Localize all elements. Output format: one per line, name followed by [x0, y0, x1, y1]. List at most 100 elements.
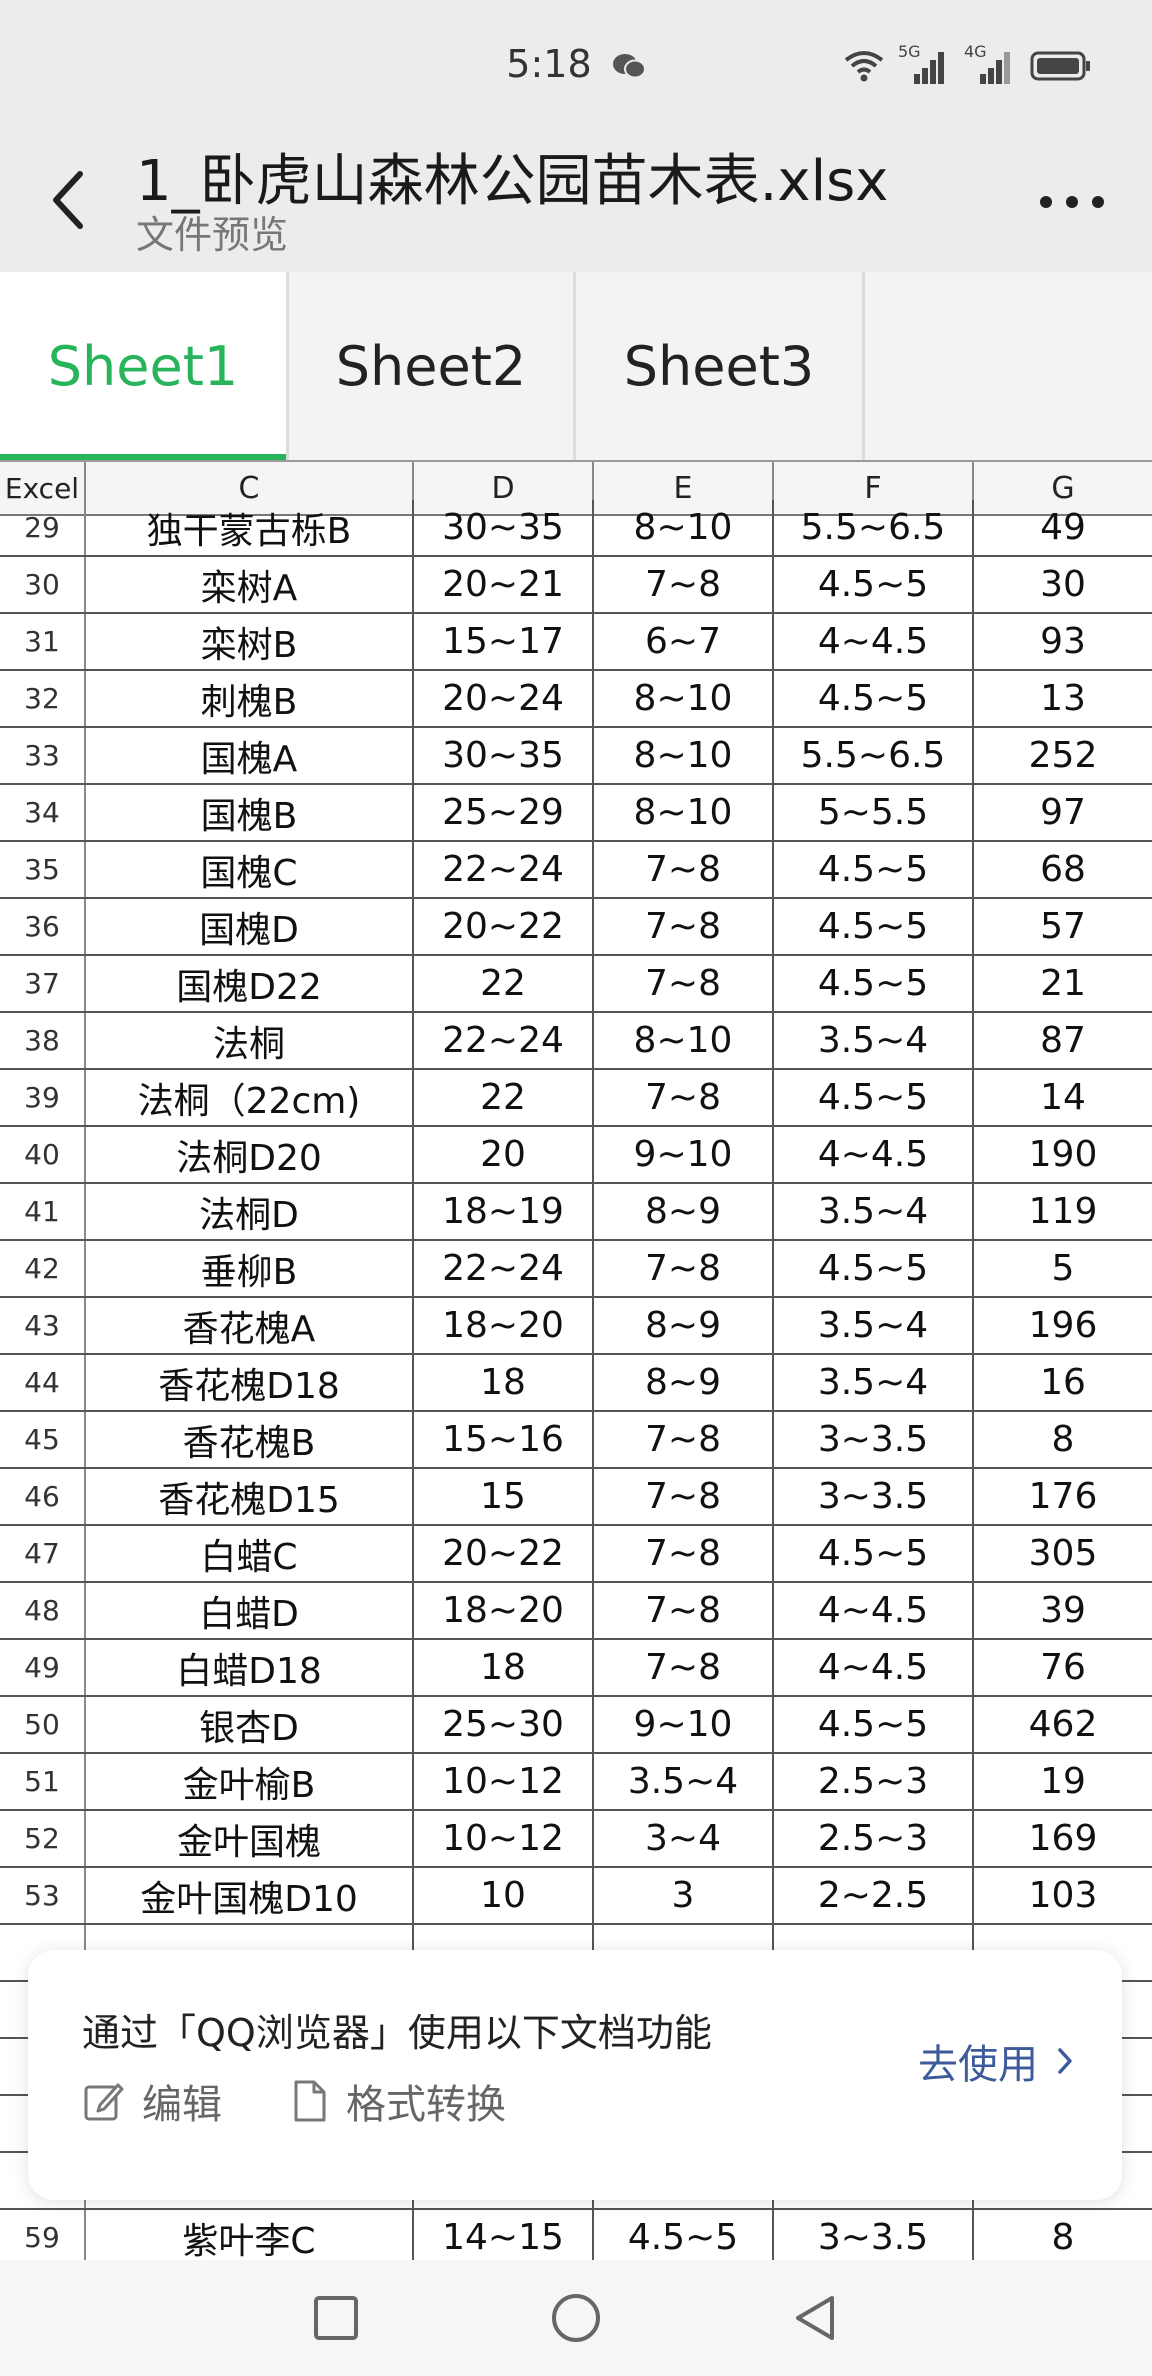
cell-e[interactable]: 3 [594, 1868, 774, 1923]
row-number[interactable]: 39 [0, 1070, 86, 1125]
cell-f[interactable]: 3.5~4 [774, 1355, 974, 1410]
row-number[interactable]: 48 [0, 1583, 86, 1638]
cell-f[interactable]: 5~5.5 [774, 785, 974, 840]
cell-c[interactable]: 香花槐D15 [86, 1469, 414, 1524]
cell-f[interactable]: 3.5~4 [774, 1013, 974, 1068]
cell-e[interactable]: 6~7 [594, 614, 774, 669]
table-row[interactable]: 53 金叶国槐D10 10 3 2~2.5 103 [0, 1868, 1152, 1925]
edit-button[interactable]: 编辑 [82, 2072, 222, 2130]
row-number[interactable]: 40 [0, 1127, 86, 1182]
cell-c[interactable]: 国槐C [86, 842, 414, 897]
table-row[interactable]: 42 垂柳B 22~24 7~8 4.5~5 5 [0, 1241, 1152, 1298]
cell-d[interactable]: 18 [414, 1640, 594, 1695]
cell-c[interactable]: 银杏D [86, 1697, 414, 1752]
back-nav-button[interactable] [788, 2290, 844, 2346]
cell-g[interactable]: 252 [974, 728, 1152, 783]
cell-g[interactable]: 21 [974, 956, 1152, 1011]
cell-c[interactable]: 香花槐A [86, 1298, 414, 1353]
cell-e[interactable]: 7~8 [594, 1412, 774, 1467]
cell-g[interactable]: 87 [974, 1013, 1152, 1068]
cell-f[interactable]: 5.5~6.5 [774, 728, 974, 783]
cell-e[interactable]: 8~10 [594, 1013, 774, 1068]
cell-d[interactable]: 18~19 [414, 1184, 594, 1239]
cell-d[interactable]: 22 [414, 956, 594, 1011]
cell-d[interactable]: 10 [414, 1868, 594, 1923]
cell-f[interactable]: 3.5~4 [774, 1184, 974, 1239]
table-row[interactable]: 31 栾树B 15~17 6~7 4~4.5 93 [0, 614, 1152, 671]
table-row[interactable]: 52 金叶国槐 10~12 3~4 2.5~3 169 [0, 1811, 1152, 1868]
cell-g[interactable]: 16 [974, 1355, 1152, 1410]
cell-e[interactable]: 7~8 [594, 1526, 774, 1581]
table-row[interactable]: 29 独干蒙古栎B 30~35 8~10 5.5~6.5 49 [0, 500, 1152, 557]
row-number[interactable]: 33 [0, 728, 86, 783]
table-row[interactable]: 44 香花槐D18 18 8~9 3.5~4 16 [0, 1355, 1152, 1412]
cell-g[interactable]: 176 [974, 1469, 1152, 1524]
row-number[interactable]: 47 [0, 1526, 86, 1581]
cell-e[interactable]: 9~10 [594, 1697, 774, 1752]
cell-e[interactable]: 8~9 [594, 1184, 774, 1239]
row-number[interactable]: 44 [0, 1355, 86, 1410]
cell-g[interactable]: 93 [974, 614, 1152, 669]
table-row[interactable]: 59 紫叶李C 14~15 4.5~5 3~3.5 8 [0, 2210, 1152, 2260]
cell-g[interactable]: 14 [974, 1070, 1152, 1125]
row-number[interactable]: 41 [0, 1184, 86, 1239]
cell-d[interactable]: 22~24 [414, 842, 594, 897]
cell-f[interactable]: 3.5~4 [774, 1298, 974, 1353]
cell-g[interactable]: 196 [974, 1298, 1152, 1353]
cell-c[interactable]: 法桐 [86, 1013, 414, 1068]
cell-g[interactable]: 57 [974, 899, 1152, 954]
cell-g[interactable]: 49 [974, 500, 1152, 555]
format-convert-button[interactable]: 格式转换 [290, 2072, 506, 2130]
cell-e[interactable]: 8~10 [594, 728, 774, 783]
table-row[interactable]: 37 国槐D22 22 7~8 4.5~5 21 [0, 956, 1152, 1013]
cell-c[interactable]: 香花槐D18 [86, 1355, 414, 1410]
cell-c[interactable]: 国槐D [86, 899, 414, 954]
row-number[interactable]: 42 [0, 1241, 86, 1296]
cell-e[interactable]: 7~8 [594, 1640, 774, 1695]
more-button[interactable] [1032, 172, 1112, 232]
table-row[interactable]: 40 法桐D20 20 9~10 4~4.5 190 [0, 1127, 1152, 1184]
cell-g[interactable]: 97 [974, 785, 1152, 840]
cell-e[interactable]: 8~10 [594, 500, 774, 555]
table-row[interactable]: 32 刺槐B 20~24 8~10 4.5~5 13 [0, 671, 1152, 728]
table-row[interactable]: 34 国槐B 25~29 8~10 5~5.5 97 [0, 785, 1152, 842]
table-row[interactable]: 36 国槐D 20~22 7~8 4.5~5 57 [0, 899, 1152, 956]
cell-d[interactable]: 22~24 [414, 1241, 594, 1296]
row-number[interactable]: 53 [0, 1868, 86, 1923]
cell-c[interactable]: 紫叶李C [86, 2210, 414, 2260]
cell-g[interactable]: 119 [974, 1184, 1152, 1239]
table-row[interactable]: 50 银杏D 25~30 9~10 4.5~5 462 [0, 1697, 1152, 1754]
cell-d[interactable]: 20~24 [414, 671, 594, 726]
row-number[interactable]: 51 [0, 1754, 86, 1809]
cell-g[interactable]: 103 [974, 1868, 1152, 1923]
cell-f[interactable]: 5.5~6.5 [774, 500, 974, 555]
cell-f[interactable]: 3~3.5 [774, 1412, 974, 1467]
home-button[interactable] [548, 2290, 604, 2346]
row-number[interactable]: 50 [0, 1697, 86, 1752]
cell-d[interactable]: 15~17 [414, 614, 594, 669]
cell-f[interactable]: 4~4.5 [774, 1640, 974, 1695]
row-number[interactable]: 31 [0, 614, 86, 669]
cell-c[interactable]: 垂柳B [86, 1241, 414, 1296]
cell-d[interactable]: 30~35 [414, 728, 594, 783]
cell-c[interactable]: 白蜡D [86, 1583, 414, 1638]
cell-c[interactable]: 白蜡D18 [86, 1640, 414, 1695]
cell-d[interactable]: 18~20 [414, 1583, 594, 1638]
cell-c[interactable]: 白蜡C [86, 1526, 414, 1581]
cell-d[interactable]: 20~21 [414, 557, 594, 612]
table-row[interactable]: 41 法桐D 18~19 8~9 3.5~4 119 [0, 1184, 1152, 1241]
cell-e[interactable]: 4.5~5 [594, 2210, 774, 2260]
go-use-button[interactable]: 去使用 [918, 2032, 1074, 2090]
cell-f[interactable]: 4.5~5 [774, 1241, 974, 1296]
tab-sheet2[interactable]: Sheet2 [289, 272, 573, 460]
cell-f[interactable]: 4~4.5 [774, 614, 974, 669]
cell-d[interactable]: 25~29 [414, 785, 594, 840]
row-number[interactable]: 52 [0, 1811, 86, 1866]
table-row[interactable]: 49 白蜡D18 18 7~8 4~4.5 76 [0, 1640, 1152, 1697]
cell-e[interactable]: 7~8 [594, 557, 774, 612]
cell-c[interactable]: 国槐A [86, 728, 414, 783]
row-number[interactable]: 59 [0, 2210, 86, 2260]
cell-d[interactable]: 10~12 [414, 1754, 594, 1809]
cell-f[interactable]: 2~2.5 [774, 1868, 974, 1923]
cell-g[interactable]: 462 [974, 1697, 1152, 1752]
